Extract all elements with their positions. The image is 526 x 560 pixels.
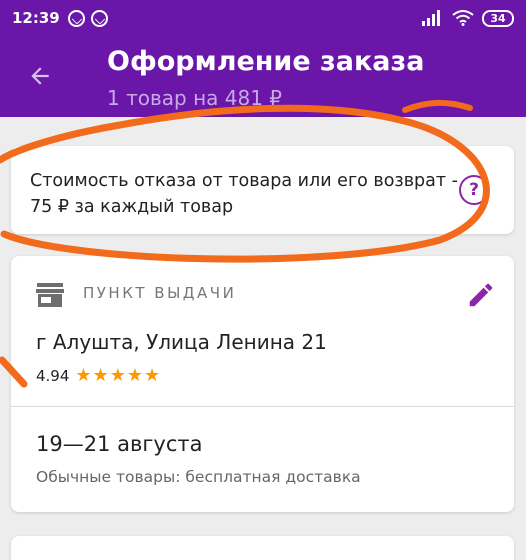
status-bar: 12:39 34 [0,0,526,36]
next-card [11,536,514,560]
question-circle-icon[interactable]: ? [459,175,489,205]
star-rating: ★ ★ ★ ★ ★ [75,367,160,385]
battery-icon: 34 [482,9,514,27]
viber-icon [67,9,85,27]
page-title: Оформление заказа [107,46,425,77]
signal-icon [422,10,440,26]
pickup-address: г Алушта, Улица Ленина 21 [36,330,327,354]
delivery-dates: 19—21 августа [36,432,203,456]
arrow-back-icon [31,67,49,85]
back-button[interactable] [22,58,58,94]
rating-value: 4.94 [36,367,70,385]
delivery-note: Обычные товары: бесплатная доставка [36,468,361,486]
store-icon [36,283,64,307]
star-icon: ★ [75,365,92,386]
app-bar: Оформление заказа 1 товар на 481 ₽ [0,36,526,117]
pickup-label: ПУНКТ ВЫДАЧИ [83,284,237,302]
pickup-point-card: ПУНКТ ВЫДАЧИ г Алушта, Улица Ленина 21 4… [11,256,514,512]
star-icon: ★ [109,365,126,386]
status-indicators: 34 [422,9,514,27]
star-icon: ★ [92,365,109,386]
status-time: 12:39 [12,9,60,27]
divider [11,406,514,407]
pencil-icon[interactable] [466,280,496,310]
return-cost-notice: Стоимость отказа от товара или его возвр… [11,146,514,234]
help-glyph: ? [469,180,479,200]
notice-text: Стоимость отказа от товара или его возвр… [30,171,458,217]
page-subtitle: 1 товар на 481 ₽ [107,86,283,110]
star-icon: ★ [143,365,161,386]
wifi-icon [452,10,474,26]
star-icon: ★ [126,365,143,386]
rating: 4.94 ★ ★ ★ ★ ★ [36,367,160,386]
viber-icon [90,9,108,27]
